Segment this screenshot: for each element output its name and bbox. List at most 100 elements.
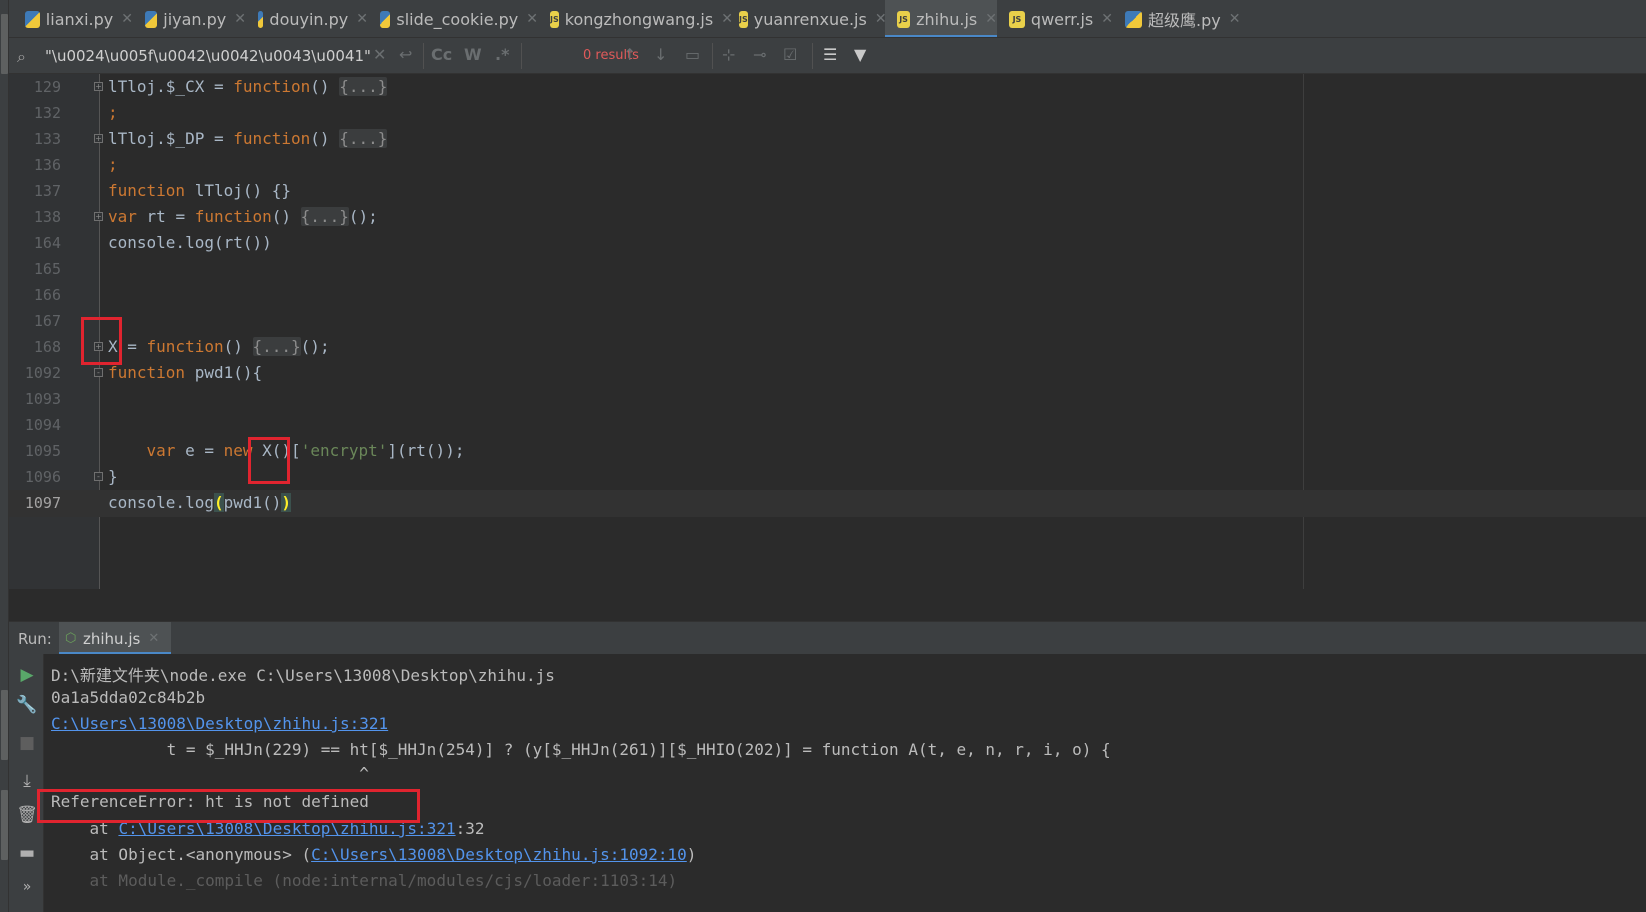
code-text: console.log <box>108 493 214 512</box>
folded-code-placeholder[interactable]: {...} <box>300 207 349 226</box>
layout-icon[interactable]: ▬ <box>16 842 38 864</box>
tab-label: 超级鹰.py <box>1148 11 1221 30</box>
filter-icon[interactable]: ▼ <box>854 45 866 64</box>
error-message: ReferenceError: ht is not defined <box>51 792 369 811</box>
javascript-file-icon: JS <box>1009 10 1025 28</box>
tab-kongzhongwang-js[interactable]: JS kongzhongwang.js ✕ <box>538 0 733 37</box>
tab-qwerr-js[interactable]: JS qwerr.js ✕ <box>997 0 1113 37</box>
filter-search-results-icon[interactable]: ☰ <box>823 45 837 64</box>
keyword: new <box>223 441 253 460</box>
tab-chaojiying-py[interactable]: 超级鹰.py ✕ <box>1113 0 1241 37</box>
remove-occurrence-icon[interactable]: ⊸ <box>753 45 766 64</box>
stop-icon[interactable]: ■ <box>16 732 38 754</box>
stack-text: at Object.<anonymous> ( <box>51 845 312 864</box>
string-literal: 'encrypt' <box>300 441 388 460</box>
line-number: 1096 <box>24 468 61 486</box>
close-icon[interactable]: ✕ <box>234 11 246 27</box>
fold-toggle[interactable]: - <box>94 368 103 377</box>
tab-lianxi-py[interactable]: lianxi.py ✕ <box>13 0 133 37</box>
code-text: () <box>310 129 340 148</box>
fold-toggle[interactable]: + <box>94 212 103 221</box>
close-icon[interactable]: ✕ <box>148 631 159 646</box>
previous-occurrence-icon[interactable]: ↑ <box>623 45 636 64</box>
code-line: 166 <box>9 282 1646 309</box>
tab-label: qwerr.js <box>1030 9 1094 29</box>
keyword: function <box>194 207 272 226</box>
line-number: 167 <box>33 312 61 330</box>
select-occurrences-icon[interactable]: ☑ <box>783 45 797 64</box>
code-editor[interactable]: 129 + lTloj.$_CX = function() {...} 132 … <box>9 74 1646 589</box>
nodejs-icon: ⬡ <box>65 631 77 646</box>
tab-zhihu-js[interactable]: JS zhihu.js ✕ <box>885 0 997 37</box>
scroll-to-end-icon[interactable]: ⤓ <box>16 770 38 792</box>
search-icon[interactable]: ⌕ <box>17 47 26 67</box>
divider <box>812 43 813 69</box>
close-icon[interactable]: ✕ <box>356 11 368 27</box>
file-link[interactable]: C:\Users\13008\Desktop\zhihu.js:321 <box>51 714 388 733</box>
keyword: function <box>146 337 224 356</box>
code-text: (); <box>348 207 378 226</box>
line-number: 168 <box>33 338 61 356</box>
close-icon[interactable]: ✕ <box>985 11 997 27</box>
regex-toggle[interactable]: .* <box>495 45 509 64</box>
javascript-file-icon: JS <box>550 10 559 28</box>
line-number: 136 <box>33 156 61 174</box>
line-number: 1094 <box>24 416 61 434</box>
tab-douyin-py[interactable]: douyin.py ✕ <box>246 0 368 37</box>
code-text: ](rt()); <box>387 441 465 460</box>
fold-toggle[interactable]: + <box>94 134 103 143</box>
code-text: e = <box>175 441 224 460</box>
close-icon[interactable]: ✕ <box>1101 11 1113 27</box>
file-link[interactable]: C:\Users\13008\Desktop\zhihu.js:1092:10 <box>311 845 687 864</box>
code-text: rt = <box>136 207 195 226</box>
code-line: 138 + var rt = function() {...}(); <box>9 204 1646 231</box>
keyword: var <box>108 207 137 226</box>
close-icon[interactable]: ✕ <box>121 11 133 27</box>
project-tool-window-tab[interactable] <box>1 14 8 74</box>
close-icon[interactable]: ✕ <box>1229 11 1241 27</box>
left-tool-strip <box>0 0 9 912</box>
structure-tool-window-tab[interactable] <box>1 690 8 760</box>
keyword: var <box>146 441 176 460</box>
tab-label: slide_cookie.py <box>396 9 519 29</box>
add-occurrence-icon[interactable]: ⊹ <box>722 45 735 64</box>
console-output[interactable]: D:\新建文件夹\node.exe C:\Users\13008\Desktop… <box>37 654 1646 912</box>
tab-label: lianxi.py <box>45 9 114 29</box>
fold-toggle[interactable]: + <box>94 342 103 351</box>
wrench-icon[interactable]: 🔧 <box>16 694 38 716</box>
search-input[interactable] <box>45 43 380 69</box>
folded-code-placeholder[interactable]: {...} <box>339 77 388 96</box>
run-icon[interactable]: ▶ <box>16 664 38 686</box>
python-file-icon <box>380 10 391 28</box>
line-number: 129 <box>33 78 61 96</box>
new-line-icon[interactable]: ↩ <box>399 45 412 64</box>
tab-jiyan-py[interactable]: jiyan.py ✕ <box>133 0 246 37</box>
trash-icon[interactable]: 🗑 <box>16 804 38 826</box>
keyword: function <box>108 363 186 382</box>
tab-slide-cookie-py[interactable]: slide_cookie.py ✕ <box>368 0 538 37</box>
match-case-toggle[interactable]: Cc <box>431 45 452 64</box>
folded-code-placeholder[interactable]: {...} <box>339 129 388 148</box>
matched-paren: ) <box>281 493 292 512</box>
code-line: 132 ; <box>9 100 1646 127</box>
tab-yuanrenxue-js[interactable]: JS yuanrenxue.js ✕ <box>727 0 887 37</box>
line-number: 137 <box>33 182 61 200</box>
select-all-occurrences-icon[interactable]: ▭ <box>685 45 700 64</box>
folded-code-placeholder[interactable]: {...} <box>252 337 301 356</box>
whole-words-toggle[interactable]: W <box>464 45 482 64</box>
python-file-icon <box>25 10 40 28</box>
close-icon[interactable]: ✕ <box>526 11 538 27</box>
run-tab-zhihu-js[interactable]: ⬡ zhihu.js ✕ <box>59 622 172 655</box>
fold-toggle[interactable]: - <box>94 472 103 481</box>
more-icon[interactable]: » <box>16 876 38 898</box>
favorites-tool-window-tab[interactable] <box>1 790 8 860</box>
next-occurrence-icon[interactable]: ↓ <box>654 45 667 64</box>
code-text: pwd1() <box>223 493 282 512</box>
code-text: lTloj.$_DP = <box>108 129 234 148</box>
tab-label: kongzhongwang.js <box>564 9 714 29</box>
fold-toggle[interactable]: + <box>94 82 103 91</box>
code-line: 1092 - function pwd1(){ <box>9 360 1646 387</box>
file-link[interactable]: C:\Users\13008\Desktop\zhihu.js:321 <box>118 819 455 838</box>
clear-search-icon[interactable]: ✕ <box>373 45 386 64</box>
run-panel-header: Run: ⬡ zhihu.js ✕ <box>9 621 1646 655</box>
